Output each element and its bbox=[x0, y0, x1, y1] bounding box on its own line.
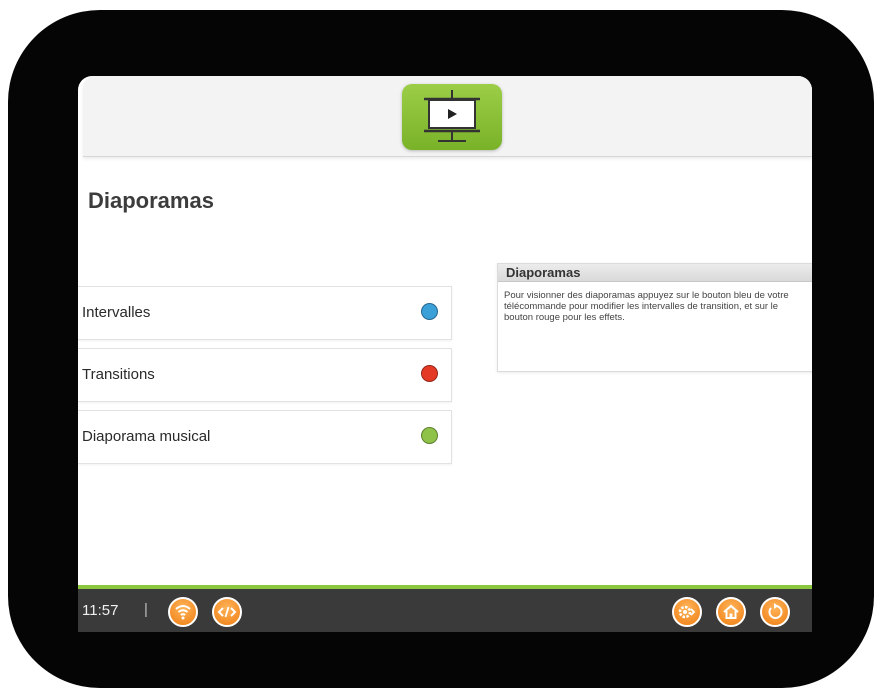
menu-item-label: Diaporama musical bbox=[82, 428, 211, 445]
info-panel-text: Pour visionner des diaporamas appuyez su… bbox=[504, 290, 789, 323]
settings-icon bbox=[678, 605, 696, 619]
back-button[interactable] bbox=[760, 597, 790, 627]
menu-item-intervalles[interactable]: Intervalles bbox=[78, 286, 452, 340]
menu-item-label: Transitions bbox=[82, 366, 155, 383]
menu-item-diaporama-musical[interactable]: Diaporama musical bbox=[78, 410, 452, 464]
code-button[interactable] bbox=[212, 597, 242, 627]
home-button[interactable] bbox=[716, 597, 746, 627]
code-icon bbox=[217, 606, 237, 618]
settings-button[interactable] bbox=[672, 597, 702, 627]
blue-dot-icon bbox=[421, 303, 438, 320]
wifi-icon bbox=[175, 605, 191, 620]
slideshow-projector-icon bbox=[424, 90, 480, 142]
status-separator: | bbox=[144, 601, 148, 618]
menu-item-transitions[interactable]: Transitions bbox=[78, 348, 452, 402]
home-icon bbox=[723, 604, 739, 619]
menu-list: Intervalles Transitions Diaporama musica… bbox=[78, 286, 452, 472]
slideshow-app-icon[interactable] bbox=[402, 84, 502, 150]
screen: Diaporamas Intervalles Transitions Diapo… bbox=[78, 76, 812, 632]
info-panel-title: Diaporamas bbox=[498, 264, 812, 282]
page-title: Diaporamas bbox=[88, 188, 214, 213]
menu-item-label: Intervalles bbox=[82, 304, 151, 321]
status-bar: 11:57 | bbox=[78, 585, 812, 632]
top-bar bbox=[83, 76, 812, 157]
red-dot-icon bbox=[421, 365, 438, 382]
info-panel: Diaporamas Pour visionner des diaporamas… bbox=[497, 263, 812, 372]
green-dot-icon bbox=[421, 427, 438, 444]
clock: 11:57 bbox=[82, 602, 119, 619]
back-icon bbox=[768, 603, 783, 619]
wifi-button[interactable] bbox=[168, 597, 198, 627]
